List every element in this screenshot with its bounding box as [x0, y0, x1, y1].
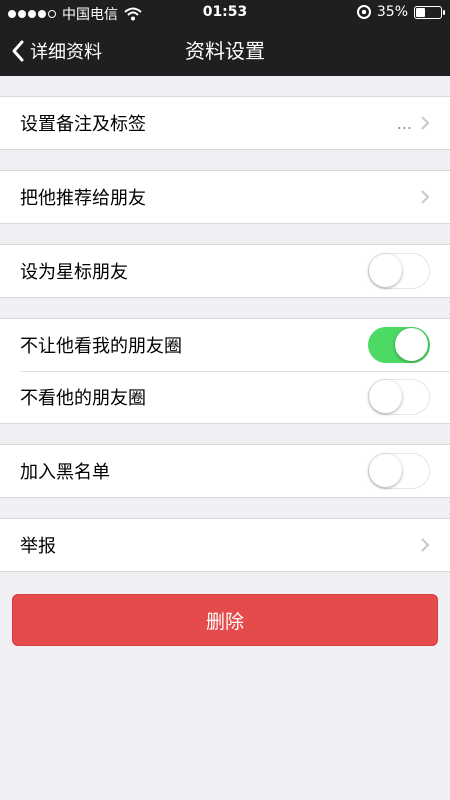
status-right: 35%	[356, 4, 445, 20]
row-report[interactable]: 举报	[0, 519, 450, 571]
battery-level	[416, 7, 426, 17]
group-moments: 不让他看我的朋友圈 不看他的朋友圈	[0, 318, 450, 424]
group-blacklist: 加入黑名单	[0, 444, 450, 498]
row-detail: ...	[396, 113, 412, 133]
row-recommend-to-friend[interactable]: 把他推荐给朋友	[0, 171, 450, 223]
group-star: 设为星标朋友	[0, 244, 450, 298]
row-label: 不看他的朋友圈	[20, 388, 146, 409]
row-label: 把他推荐给朋友	[20, 188, 146, 209]
row-label: 设为星标朋友	[20, 262, 128, 283]
row-label: 加入黑名单	[20, 462, 110, 483]
status-bar: 中国电信 01:53 35%	[0, 0, 450, 26]
toggle-knob	[395, 328, 428, 361]
battery-icon	[414, 5, 445, 19]
chevron-right-icon	[421, 116, 430, 130]
toggle-knob	[369, 254, 402, 287]
chevron-right-icon	[421, 538, 430, 552]
group-report: 举报	[0, 518, 450, 572]
delete-button[interactable]: 删除	[12, 594, 438, 646]
page-title: 资料设置	[185, 39, 265, 63]
blacklist-toggle[interactable]	[368, 453, 430, 489]
chevron-right-icon	[421, 190, 430, 204]
settings-list: 设置备注及标签 ... 把他推荐给朋友 设为星标朋友 不让他看我的朋友圈 不看他…	[0, 76, 450, 646]
row-label: 设置备注及标签	[20, 114, 146, 135]
navigation-bar: 详细资料 资料设置	[0, 26, 450, 76]
row-hide-his-moments: 不看他的朋友圈	[0, 371, 450, 423]
rotation-lock-icon	[356, 5, 371, 19]
battery-percent: 35%	[376, 4, 408, 20]
hide-his-moments-toggle[interactable]	[368, 379, 430, 415]
row-label: 举报	[20, 536, 56, 557]
row-label: 不让他看我的朋友圈	[20, 336, 182, 357]
toggle-knob	[369, 454, 402, 487]
row-blacklist: 加入黑名单	[0, 445, 450, 497]
toggle-knob	[369, 380, 402, 413]
hide-my-moments-toggle[interactable]	[368, 327, 430, 363]
star-friend-toggle[interactable]	[368, 253, 430, 289]
row-hide-my-moments: 不让他看我的朋友圈	[0, 319, 450, 371]
row-set-remark-tags[interactable]: 设置备注及标签 ...	[0, 97, 450, 149]
group-remark: 设置备注及标签 ...	[0, 96, 450, 150]
row-star-friend: 设为星标朋友	[0, 245, 450, 297]
group-recommend: 把他推荐给朋友	[0, 170, 450, 224]
